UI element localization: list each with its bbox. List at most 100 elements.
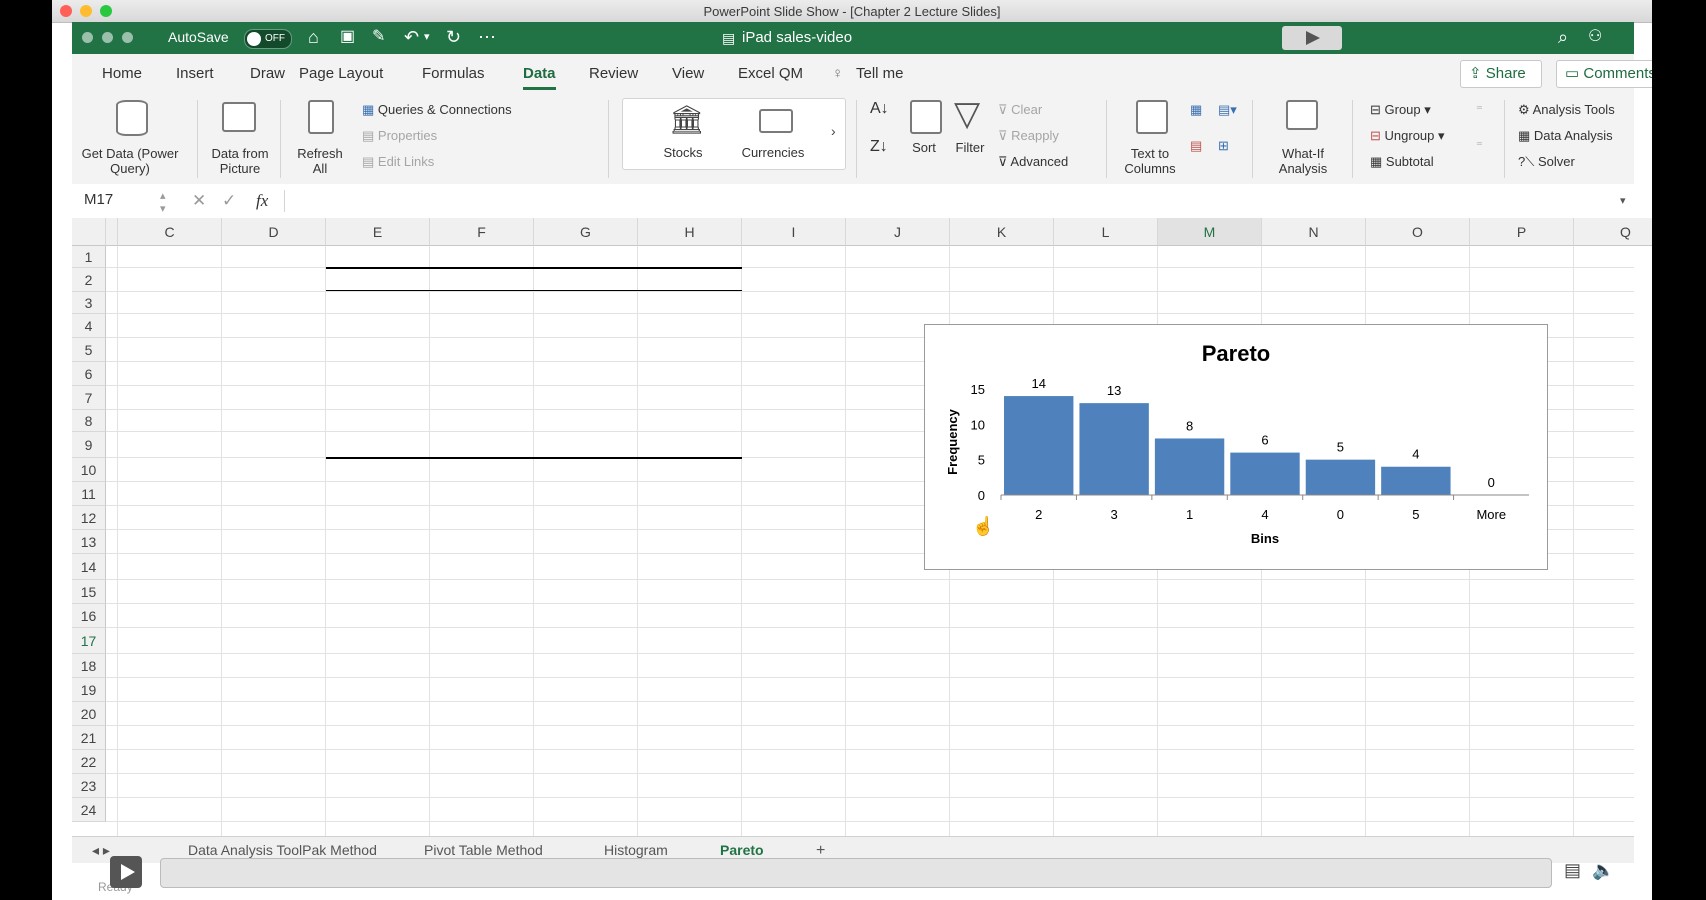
table-cell[interactable] [538,292,632,314]
row-header-21[interactable]: 21 [72,726,106,750]
table-cell[interactable] [434,314,528,338]
hide-detail-icon[interactable]: ⁼ [1476,138,1483,154]
edit-links-button[interactable]: ▤ Edit Links [362,154,434,170]
column-header-d[interactable]: D [222,218,326,246]
table-header-cell[interactable] [642,268,736,292]
pareto-chart[interactable]: Pareto 0 5 10 15 Frequency 14 2 13 3 8 1 6 4 5 0 4 5 0 More… [924,324,1548,570]
row-header-6[interactable]: 6 [72,362,106,386]
undo-icon[interactable]: ↶ [404,26,419,48]
cancel-icon[interactable]: ✕ [192,191,206,211]
tab-formulas[interactable]: Formulas [422,65,485,82]
undo-dropdown-icon[interactable]: ▾ [424,26,430,48]
relationships-icon[interactable]: ⊞ [1218,138,1229,154]
row-header-24[interactable]: 24 [72,798,106,822]
table-cell[interactable] [538,314,632,338]
table-header-cell[interactable] [538,268,632,292]
table-cell[interactable] [330,338,424,362]
chevron-right-icon[interactable]: › [831,123,836,139]
advanced-button[interactable]: ⊽ Advanced [998,154,1068,170]
row-header-10[interactable]: 10 [72,458,106,482]
select-all-corner[interactable] [72,218,106,246]
slideshow-play-button[interactable] [1282,26,1342,50]
row-header-1[interactable]: 1 [72,246,106,268]
solver-button[interactable]: ?⟍ Solver [1518,154,1575,170]
tab-data[interactable]: Data [523,65,556,90]
column-header-e[interactable]: E [326,218,430,246]
table-cell[interactable] [538,410,632,432]
flash-fill-icon[interactable]: ▦ [1190,102,1202,118]
more-icon[interactable]: ⋯ [478,26,496,48]
table-cell[interactable] [330,314,424,338]
tab-page-layout[interactable]: Page Layout [299,65,383,82]
save-icon[interactable]: ▣ [340,26,355,48]
table-cell[interactable] [434,410,528,432]
table-cell[interactable] [642,410,736,432]
row-header-8[interactable]: 8 [72,410,106,432]
row-header-3[interactable]: 3 [72,292,106,314]
bins-cell[interactable] [122,338,216,362]
table-header-cell[interactable] [330,268,424,292]
tell-me-search[interactable]: Tell me [856,65,904,82]
row-header-9[interactable]: 9 [72,432,106,458]
column-header-o[interactable]: O [1366,218,1470,246]
bins-cell[interactable] [122,268,216,292]
bins-cell[interactable] [122,362,216,386]
tab-view[interactable]: View [672,65,704,82]
table-cell[interactable] [538,362,632,386]
tab-draw[interactable]: Draw [250,65,285,82]
captions-icon[interactable]: ▤ [1564,860,1581,881]
table-cell[interactable] [642,338,736,362]
table-cell[interactable] [538,432,632,458]
search-icon[interactable]: ⌕ [1558,26,1568,48]
column-header-l[interactable]: L [1054,218,1158,246]
video-scrubber[interactable] [160,858,1552,888]
insert-function-icon[interactable]: fx [256,191,268,211]
row-header-17[interactable]: 17 [72,628,106,654]
column-header-p[interactable]: P [1470,218,1574,246]
column-header-g[interactable]: G [534,218,638,246]
row-header-2[interactable]: 2 [72,268,106,292]
column-header-n[interactable]: N [1262,218,1366,246]
row-header-19[interactable]: 19 [72,678,106,702]
table-cell[interactable] [642,292,736,314]
data-analysis-button[interactable]: ▦ Data Analysis [1518,128,1613,144]
expand-formula-icon[interactable]: ▾ [1620,194,1626,207]
bins-cell[interactable] [122,314,216,338]
table-cell[interactable] [330,362,424,386]
column-header-f[interactable]: F [430,218,534,246]
home-icon[interactable]: ⌂ [308,26,319,48]
row-header-23[interactable]: 23 [72,774,106,798]
bins-cell[interactable] [122,292,216,314]
column-header-c[interactable]: C [118,218,222,246]
bins-cell[interactable] [122,386,216,410]
table-cell[interactable] [642,386,736,410]
reapply-button[interactable]: ⊽ Reapply [998,128,1059,144]
table-cell[interactable] [642,432,736,458]
queries-connections-button[interactable]: ▦ Queries & Connections [362,102,512,118]
show-detail-icon[interactable]: ⁼ [1476,102,1483,118]
tab-review[interactable]: Review [589,65,638,82]
data-validation-icon[interactable]: ▤ [1190,138,1202,154]
comments-button[interactable]: ▭ Comments [1556,60,1652,88]
row-header-14[interactable]: 14 [72,554,106,580]
table-cell[interactable] [434,362,528,386]
tab-insert[interactable]: Insert [176,65,214,82]
row-header-20[interactable]: 20 [72,702,106,726]
column-header-b[interactable] [106,218,118,246]
column-header-m[interactable]: M [1158,218,1262,246]
table-cell[interactable] [642,362,736,386]
clear-button[interactable]: ⊽ Clear [998,102,1042,118]
row-header-11[interactable]: 11 [72,482,106,506]
bins-header-cell[interactable] [122,246,216,268]
share-button[interactable]: ⇪ Share [1460,60,1542,88]
sort-descending-icon[interactable]: Z↓ [870,138,888,156]
table-cell[interactable] [538,338,632,362]
properties-button[interactable]: ▤ Properties [362,128,437,144]
row-header-16[interactable]: 16 [72,604,106,628]
table-cell[interactable] [434,432,528,458]
table-cell[interactable] [434,386,528,410]
ungroup-button[interactable]: ⊟ Ungroup ▾ [1370,128,1445,144]
table-cell[interactable] [330,292,424,314]
row-header-15[interactable]: 15 [72,580,106,604]
table-cell[interactable] [330,386,424,410]
